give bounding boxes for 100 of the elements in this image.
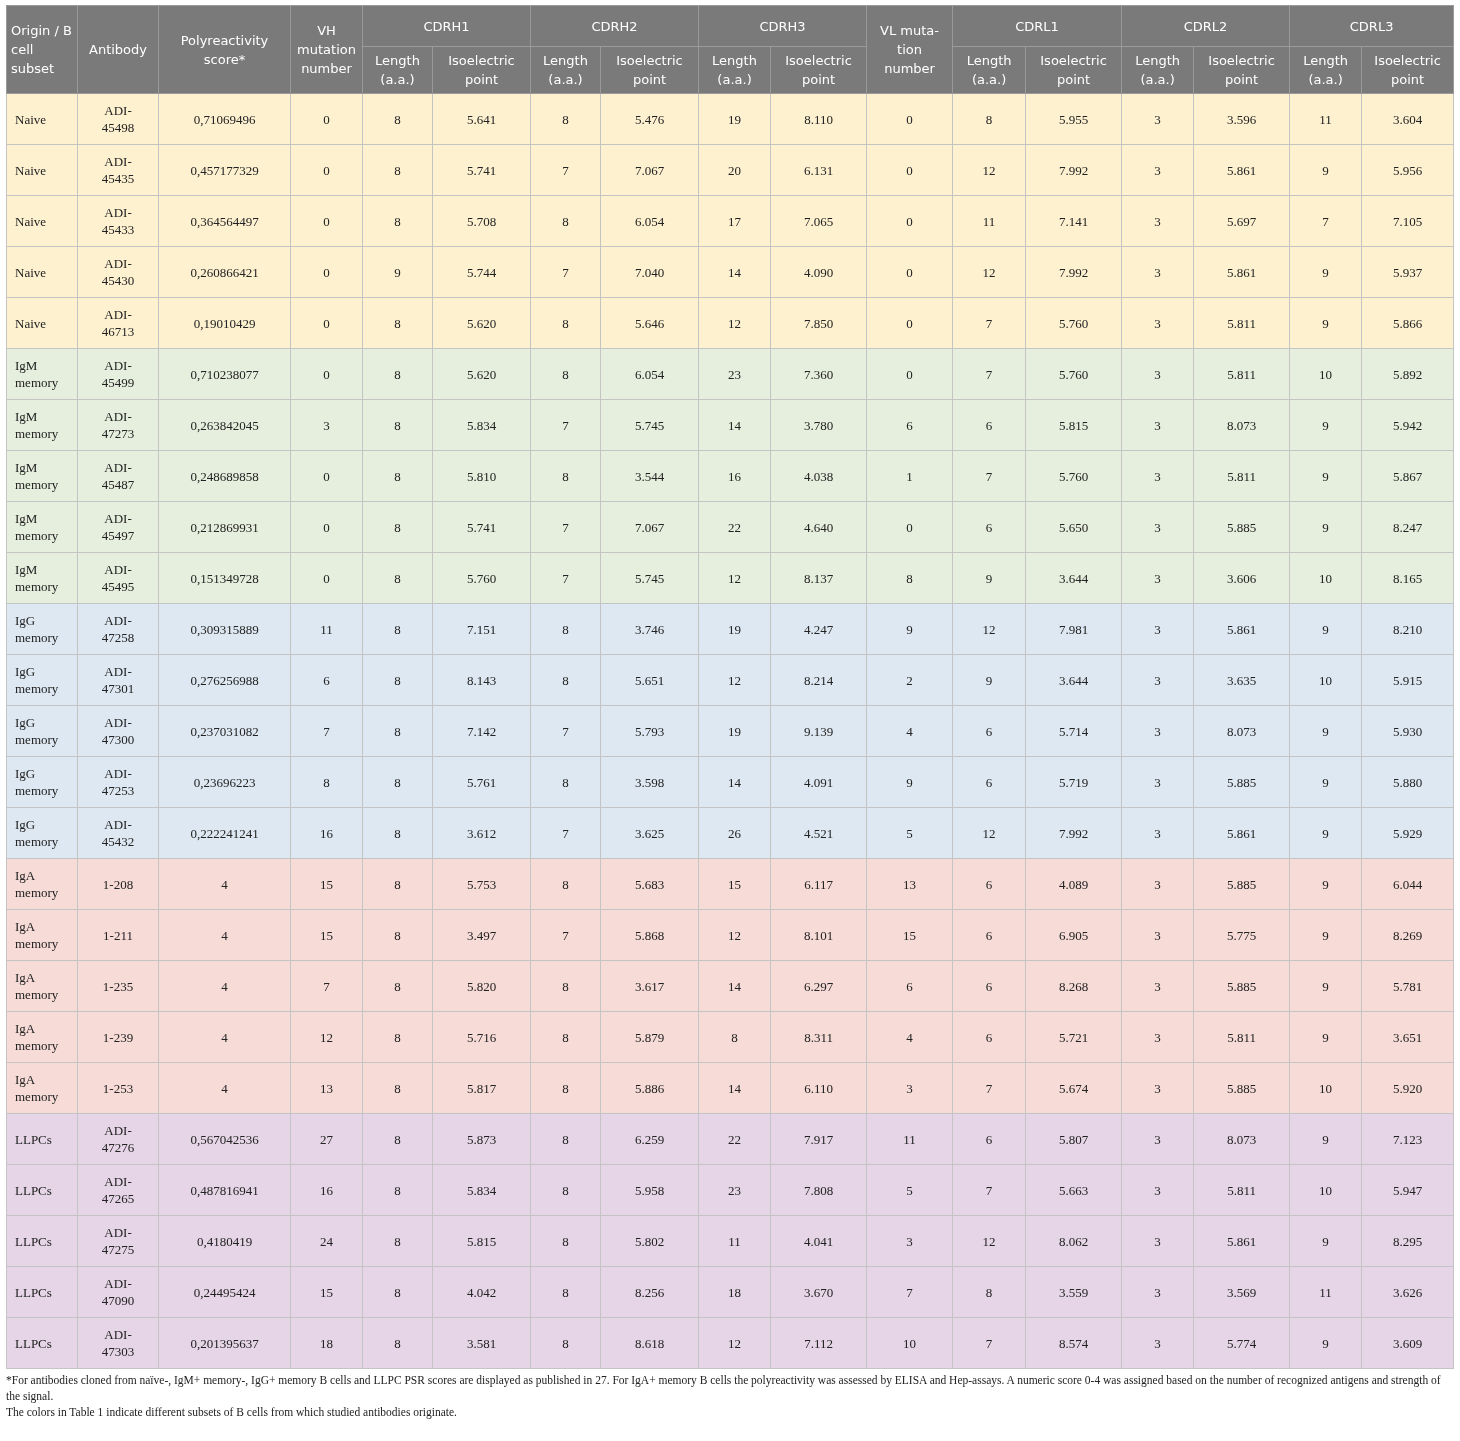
table-cell: 19 [698,603,771,655]
table-cell: 12 [698,1317,771,1369]
table-cell: 3 [1121,144,1194,196]
table-cell: ADI-45498 [77,93,159,145]
table-cell: 0,24495424 [158,1266,291,1318]
table-cell: 8 [530,1062,601,1114]
table-cell: 8 [362,1215,433,1267]
table-cell: 8.143 [432,654,531,706]
table-cell: 9 [1289,1215,1362,1267]
table-cell: ADI-45495 [77,552,159,604]
table-cell: 5.861 [1193,144,1290,196]
table-cell: 3 [1121,1062,1194,1114]
table-cell: 7 [290,705,363,757]
table-cell: IgA memory [6,858,78,910]
table-cell: 8 [530,1164,601,1216]
table-cell: 3.544 [600,450,699,502]
table-cell: 4.042 [432,1266,531,1318]
table-cell: 8.214 [770,654,867,706]
table-cell: 0 [866,348,953,400]
table-cell: 9 [952,654,1026,706]
table-cell: 5.719 [1025,756,1122,808]
table-cell: ADI-47303 [77,1317,159,1369]
table-cell: 5.745 [600,399,699,451]
table-cell: 8.210 [1361,603,1454,655]
table-cell: 6.054 [600,195,699,247]
table-cell: ADI-45499 [77,348,159,400]
table-cell: ADI-45433 [77,195,159,247]
table-cell: 5.810 [432,450,531,502]
table-cell: 1-208 [77,858,159,910]
table-cell: 8 [952,93,1026,145]
table-cell: 8 [530,858,601,910]
table-cell: 11 [1289,1266,1362,1318]
table-cell: 9 [1289,705,1362,757]
table-cell: 0,567042536 [158,1113,291,1165]
table-cell: ADI-47265 [77,1164,159,1216]
table-cell: 5 [866,1164,953,1216]
table-cell: Naive [6,246,78,298]
table-cell: 0,151349728 [158,552,291,604]
table-cell: 8 [952,1266,1026,1318]
table-cell: 0,19010429 [158,297,291,349]
table-cell: 4 [158,1062,291,1114]
table-cell: 8 [362,1062,433,1114]
table-cell: 3 [1121,501,1194,553]
table-cell: 11 [866,1113,953,1165]
column-header: Length (a.a.) [1121,46,1194,94]
table-cell: 4 [158,909,291,961]
table-cell: 7.065 [770,195,867,247]
table-cell: 5.807 [1025,1113,1122,1165]
table-cell: Naive [6,297,78,349]
table-cell: 3.635 [1193,654,1290,706]
table-cell: 15 [698,858,771,910]
table-cell: 4.038 [770,450,867,502]
table-cell: 12 [698,552,771,604]
table-cell: 15 [290,858,363,910]
table-cell: 11 [698,1215,771,1267]
table-cell: 3.780 [770,399,867,451]
table-cell: 3.606 [1193,552,1290,604]
table-cell: 8.073 [1193,705,1290,757]
table-cell: 18 [698,1266,771,1318]
table-cell: 7 [952,1062,1026,1114]
table-cell: 5.646 [600,297,699,349]
table-cell: 5.761 [432,756,531,808]
table-cell: 7.992 [1025,144,1122,196]
table-cell: 23 [698,348,771,400]
table-cell: 6 [290,654,363,706]
table-cell: 9 [1289,297,1362,349]
table-cell: 5.885 [1193,1062,1290,1114]
table-cell: 9 [866,603,953,655]
table-cell: 5.760 [1025,297,1122,349]
table-cell: 3.644 [1025,654,1122,706]
table-cell: 8 [530,348,601,400]
table-cell: 3 [1121,705,1194,757]
table-cell: 15 [290,1266,363,1318]
table-cell: 3.625 [600,807,699,859]
table-cell: 5.811 [1193,450,1290,502]
table-cell: 3 [1121,603,1194,655]
table-cell: Naive [6,144,78,196]
table-cell: 18 [290,1317,363,1369]
table-cell: 7.142 [432,705,531,757]
table-cell: ADI-47275 [77,1215,159,1267]
table-cell: 0,71069496 [158,93,291,145]
table-cell: 3.559 [1025,1266,1122,1318]
table-cell: 12 [698,297,771,349]
table-cell: 5.683 [600,858,699,910]
table-cell: 3 [1121,297,1194,349]
table-cell: 3 [1121,1164,1194,1216]
table-cell: 3 [1121,246,1194,298]
table-cell: 5.811 [1193,1164,1290,1216]
table-cell: 10 [1289,1062,1362,1114]
table-cell: 5.651 [600,654,699,706]
table-cell: 5.641 [432,93,531,145]
table-cell: 0,212869931 [158,501,291,553]
table-cell: IgM memory [6,348,78,400]
table-cell: IgM memory [6,501,78,553]
table-cell: 6 [952,756,1026,808]
table-cell: IgM memory [6,552,78,604]
table-cell: 0 [290,195,363,247]
table-cell: IgG memory [6,807,78,859]
table-cell: 3 [1121,654,1194,706]
table-cell: 7.850 [770,297,867,349]
